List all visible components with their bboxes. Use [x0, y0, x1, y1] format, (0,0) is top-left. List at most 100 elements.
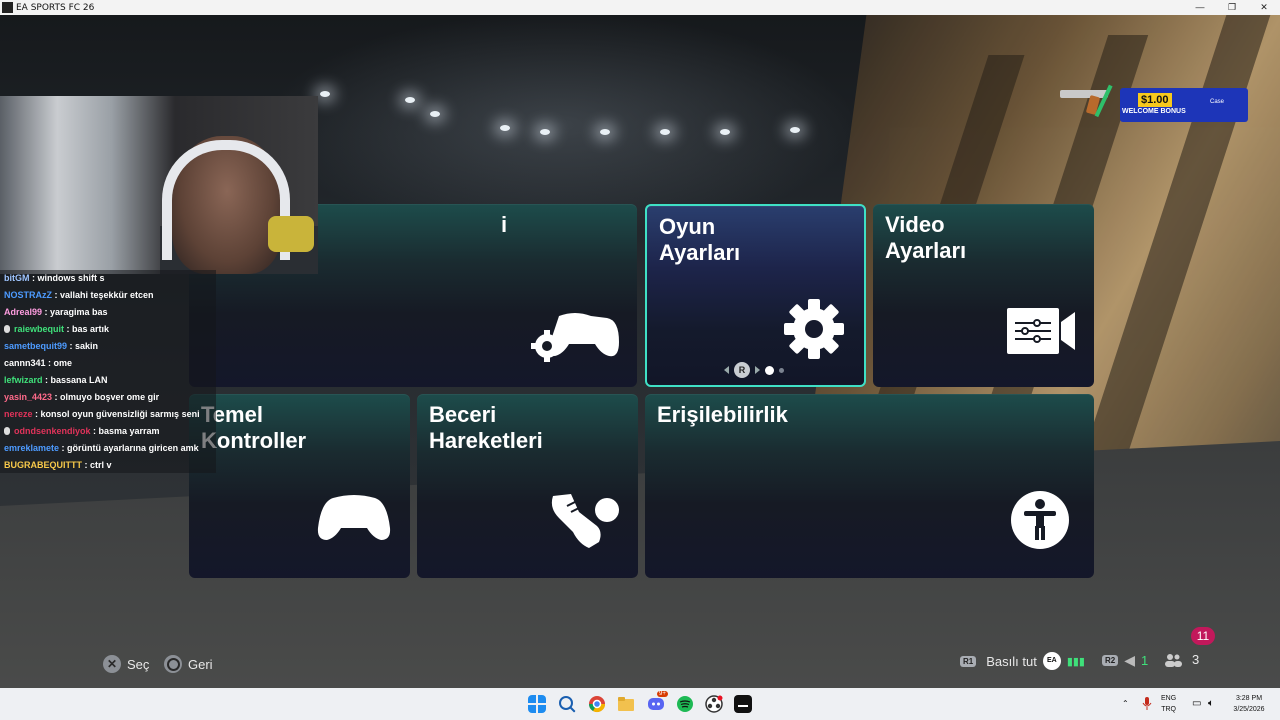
- accessibility-icon: [1011, 491, 1069, 549]
- chat-message: raiewbequit : bas artık: [0, 321, 216, 338]
- tile-skill-moves[interactable]: Beceri Hareketleri: [417, 394, 638, 578]
- friends-icon: [1165, 653, 1182, 667]
- clock-date: 3/25/2026: [1233, 706, 1265, 713]
- chat-text: windows shift s: [37, 273, 105, 283]
- chat-text: olmuyo boşver ome gir: [60, 392, 160, 402]
- chat-message: emreklamete : görüntü ayarlarına giricen…: [0, 440, 216, 457]
- microphone-icon[interactable]: [1142, 697, 1152, 711]
- tray-overflow-icon[interactable]: ⌃: [1122, 699, 1129, 720]
- chat-separator: :: [32, 409, 41, 419]
- gamepad-gear-icon: [531, 313, 619, 362]
- pager-left-arrow[interactable]: [724, 366, 729, 374]
- language-indicator[interactable]: ENG TRQ: [1161, 693, 1176, 720]
- tile-video-settings-label: Video Ayarları: [885, 212, 967, 263]
- chat-separator: :: [42, 307, 51, 317]
- chat-message: NOSTRAzZ : vallahi teşekkür etcen: [0, 287, 216, 304]
- chat-separator: :: [82, 460, 90, 470]
- app-icon: [2, 2, 13, 13]
- chat-username[interactable]: BUGRABEQUITTT: [4, 460, 82, 470]
- chat-text: vallahi teşekkür etcen: [60, 290, 154, 300]
- taskbar: 9+ ⌃ ENG TRQ ▭ 🔈︎ 3:28 PM 3/25/2026: [0, 688, 1280, 720]
- chat-username[interactable]: NOSTRAzZ: [4, 290, 52, 300]
- hold-label: Basılı tut: [986, 653, 1037, 669]
- obs-icon[interactable]: [705, 695, 723, 713]
- signal-bars-icon: ▮▮▮: [1066, 655, 1085, 668]
- search-icon[interactable]: [558, 695, 576, 713]
- back-hint[interactable]: Geri: [164, 655, 213, 673]
- webcam-object: [268, 216, 314, 252]
- spotify-icon[interactable]: [676, 695, 694, 713]
- chat-username[interactable]: lefwizard: [4, 375, 43, 385]
- volume-count: 1: [1141, 653, 1149, 668]
- volume-icon[interactable]: 🔈︎: [1208, 698, 1214, 720]
- chat-text: sakin: [75, 341, 99, 351]
- tile-skill-moves-label: Beceri Hareketleri: [429, 402, 543, 453]
- notification-badge[interactable]: 11: [1191, 627, 1215, 645]
- chat-message: bitGM : windows shift s: [0, 270, 216, 287]
- webcam-overlay: [0, 96, 318, 274]
- chat-text: konsol oyun güvensizliği sarmış seni: [40, 409, 200, 419]
- select-label: Seç: [127, 656, 150, 672]
- chat-message: BUGRABEQUITTT : ctrl v: [0, 457, 216, 474]
- select-hint[interactable]: ✕ Seç: [103, 655, 149, 673]
- volume-hint[interactable]: R2 ◀ 1: [1102, 652, 1148, 669]
- clock-time: 3:28 PM: [1235, 695, 1263, 702]
- ad-brand: Case: [1210, 99, 1225, 105]
- hold-hint[interactable]: R1 Basılı tut EA ▮▮▮: [960, 652, 1085, 670]
- chat-username[interactable]: raiewbequit: [14, 324, 64, 334]
- minimize-button[interactable]: —: [1184, 0, 1216, 15]
- chrome-icon[interactable]: [588, 695, 606, 713]
- ea-fc-taskbar-icon[interactable]: [734, 695, 752, 713]
- chat-message: cannn341 : ome: [0, 355, 216, 372]
- chat-username[interactable]: sametbequit99: [4, 341, 67, 351]
- stream-chat: bitGM : windows shift s NOSTRAzZ : vallah…: [0, 270, 216, 473]
- stadium-lights: [300, 65, 860, 185]
- tile-accessibility-label: Erişilebilirlik: [657, 402, 788, 427]
- chat-separator: :: [52, 392, 61, 402]
- window-title: EA SPORTS FC 26: [16, 2, 95, 13]
- window-title-bar: EA SPORTS FC 26 — ❐ ✕: [0, 0, 1280, 15]
- chat-username[interactable]: odndsenkendiyok: [14, 426, 91, 436]
- tile-video-settings[interactable]: Video Ayarları: [873, 204, 1094, 387]
- chat-separator: :: [90, 426, 99, 436]
- chat-text: ctrl v: [90, 460, 112, 470]
- maximize-button[interactable]: ❐: [1216, 0, 1248, 15]
- window-controls: — ❐ ✕: [1184, 0, 1280, 15]
- chat-text: görüntü ayarlarına giricen amk: [67, 443, 199, 453]
- chat-separator: :: [64, 324, 73, 334]
- chat-username[interactable]: emreklamete: [4, 443, 59, 453]
- chat-username[interactable]: yasin_4423: [4, 392, 52, 402]
- file-explorer-icon[interactable]: [617, 695, 635, 713]
- chat-text: bassana LAN: [50, 375, 108, 385]
- ea-logo-icon: EA: [1042, 652, 1061, 670]
- chat-username[interactable]: nereze: [4, 409, 33, 419]
- back-label: Geri: [188, 656, 213, 672]
- chat-message: lefwizard : bassana LAN: [0, 372, 216, 389]
- pager-right-arrow[interactable]: [755, 366, 760, 374]
- friends-count: 3: [1192, 652, 1200, 667]
- tile-basic-controls[interactable]: Temel Kontroller: [189, 394, 410, 578]
- clock[interactable]: 3:28 PM 3/25/2026: [1228, 693, 1270, 720]
- friends-hint[interactable]: 3: [1164, 652, 1199, 667]
- chat-message: Adreal99 : yaragima bas: [0, 304, 216, 321]
- chat-username[interactable]: Adreal99: [4, 307, 42, 317]
- chat-separator: :: [45, 358, 54, 368]
- network-icon[interactable]: ▭: [1192, 698, 1201, 720]
- chat-badge-icon: [4, 427, 10, 435]
- chat-username[interactable]: cannn341: [4, 358, 46, 368]
- discord-icon[interactable]: [647, 695, 665, 713]
- ad-bonus-text: WELCOME BONUS: [1122, 108, 1186, 115]
- chat-message: odndsenkendiyok : basma yarram: [0, 423, 216, 440]
- chat-separator: :: [52, 290, 60, 300]
- circle-button-icon: [164, 655, 182, 673]
- welcome-bonus-ad[interactable]: $1.00 WELCOME BONUS Case: [1058, 75, 1248, 123]
- tile-game-settings[interactable]: Oyun Ayarları: [645, 204, 866, 387]
- windows-start-icon[interactable]: [528, 695, 546, 713]
- chat-text: bas artık: [72, 324, 110, 334]
- close-button[interactable]: ✕: [1248, 0, 1280, 15]
- pager-dot: [779, 367, 784, 373]
- pager-r-button[interactable]: R: [734, 362, 750, 378]
- gear-icon: [784, 299, 844, 359]
- chat-username[interactable]: bitGM: [4, 273, 30, 283]
- tile-accessibility[interactable]: Erişilebilirlik: [645, 394, 1094, 578]
